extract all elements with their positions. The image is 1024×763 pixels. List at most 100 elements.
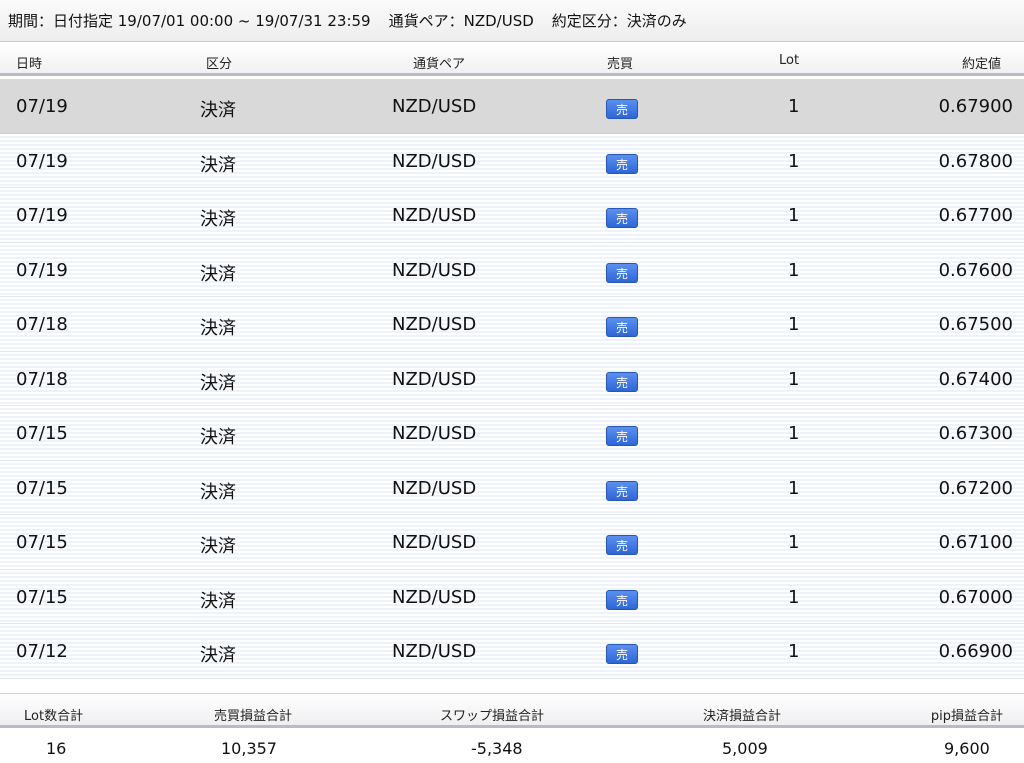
- row-pair: NZD/USD: [392, 368, 477, 390]
- row-kubun: 決済: [200, 318, 236, 339]
- table-row[interactable]: 07/12 決済 NZD/USD 売 1 0.66900: [0, 624, 1024, 679]
- filter-type: 約定区分：決済のみ: [551, 12, 687, 30]
- row-pair: NZD/USD: [392, 532, 477, 553]
- row-pair: NZD/USD: [392, 96, 477, 117]
- row-kubun: 決済: [200, 154, 236, 176]
- summary-header: Lot数合計 売買損益合計 スワップ損益合計 決済損益合計 pip損益合計: [0, 693, 1024, 728]
- row-price: 0.67500: [938, 314, 1013, 335]
- row-lot: 1: [788, 259, 800, 281]
- column-header-kubun[interactable]: 区分: [206, 53, 232, 72]
- row-date: 07/15: [16, 423, 68, 444]
- summary-values: 16 10,357 -5,348 5,009 9,600: [0, 731, 1024, 763]
- row-price: 0.66900: [938, 641, 1013, 662]
- table-row[interactable]: 07/18 決済 NZD/USD 売 1 0.67400: [0, 351, 1024, 406]
- execution-list: 07/19 決済 NZD/USD 売 1 0.67900 07/19 決済 NZ…: [0, 79, 1024, 679]
- row-lot: 1: [788, 205, 800, 226]
- row-date: 07/15: [16, 477, 68, 499]
- row-price: 0.67100: [938, 532, 1013, 553]
- summary-label-pip-pl: pip損益合計: [930, 709, 1003, 724]
- row-kubun: 決済: [200, 536, 236, 557]
- summary-value-trade-pl: 10,357: [221, 739, 277, 758]
- summary-value-pip-pl: 9,600: [944, 739, 990, 758]
- filter-period: 期間：日付指定 19/07/01 00:00 ~ 19/07/31 23:59: [8, 12, 371, 30]
- sell-badge: 売: [606, 99, 638, 119]
- table-row[interactable]: 07/15 決済 NZD/USD 売 1 0.67200: [0, 460, 1024, 515]
- row-kubun: 決済: [200, 590, 236, 612]
- table-row[interactable]: 07/19 決済 NZD/USD 売 1 0.67900: [0, 79, 1024, 134]
- filter-bar: 期間：日付指定 19/07/01 00:00 ~ 19/07/31 23:59 …: [0, 0, 1024, 42]
- row-lot: 1: [788, 423, 800, 444]
- table-row[interactable]: 07/19 決済 NZD/USD 売 1 0.67700: [0, 188, 1024, 243]
- summary-label-trade-pl: 売買損益合計: [214, 709, 293, 724]
- row-price: 0.67600: [938, 259, 1013, 281]
- row-lot: 1: [788, 150, 800, 172]
- row-kubun: 決済: [200, 645, 236, 666]
- row-date: 07/15: [16, 586, 68, 608]
- column-header-lot[interactable]: Lot: [779, 53, 799, 68]
- row-price: 0.67900: [938, 96, 1013, 117]
- sell-badge: 売: [606, 426, 638, 446]
- row-pair: NZD/USD: [392, 150, 477, 172]
- table-row[interactable]: 07/19 決済 NZD/USD 売 1 0.67600: [0, 242, 1024, 297]
- table-row[interactable]: 07/15 決済 NZD/USD 売 1 0.67300: [0, 406, 1024, 461]
- row-price: 0.67800: [938, 150, 1013, 172]
- table-row[interactable]: 07/19 決済 NZD/USD 売 1 0.67800: [0, 133, 1024, 188]
- summary-label-swap-pl: スワップ損益合計: [440, 709, 545, 724]
- row-lot: 1: [788, 314, 800, 335]
- row-lot: 1: [788, 368, 800, 390]
- row-kubun: 決済: [200, 427, 236, 448]
- sell-badge: 売: [606, 371, 638, 392]
- row-price: 0.67200: [938, 477, 1013, 499]
- sell-badge: 売: [606, 480, 638, 501]
- column-header-date[interactable]: 日時: [16, 53, 42, 72]
- row-kubun: 決済: [200, 263, 236, 285]
- row-date: 07/19: [16, 150, 68, 172]
- row-price: 0.67000: [938, 586, 1013, 608]
- summary-value-settle-pl: 5,009: [722, 739, 768, 758]
- summary-value-swap-pl: -5,348: [471, 739, 523, 758]
- sell-badge: 売: [606, 535, 638, 555]
- row-date: 07/19: [16, 259, 68, 281]
- row-price: 0.67400: [938, 368, 1013, 390]
- row-lot: 1: [788, 532, 800, 553]
- row-kubun: 決済: [200, 481, 236, 503]
- row-pair: NZD/USD: [392, 314, 477, 335]
- sell-badge: 売: [606, 644, 638, 664]
- row-lot: 1: [788, 641, 800, 662]
- row-date: 07/19: [16, 96, 68, 117]
- row-date: 07/18: [16, 314, 68, 335]
- row-pair: NZD/USD: [392, 205, 477, 226]
- row-lot: 1: [788, 96, 800, 117]
- summary-value-lot-total: 16: [46, 739, 67, 758]
- row-price: 0.67300: [938, 423, 1013, 444]
- row-pair: NZD/USD: [392, 586, 477, 608]
- summary-label-lot-total: Lot数合計: [24, 709, 84, 724]
- table-row[interactable]: 07/15 決済 NZD/USD 売 1 0.67100: [0, 515, 1024, 570]
- sell-badge: 売: [606, 589, 638, 610]
- row-kubun: 決済: [200, 100, 236, 121]
- row-lot: 1: [788, 477, 800, 499]
- row-pair: NZD/USD: [392, 259, 477, 281]
- row-date: 07/12: [16, 641, 68, 662]
- row-date: 07/19: [16, 205, 68, 226]
- row-lot: 1: [788, 586, 800, 608]
- table-row[interactable]: 07/15 決済 NZD/USD 売 1 0.67000: [0, 569, 1024, 624]
- row-pair: NZD/USD: [392, 477, 477, 499]
- column-header-price[interactable]: 約定値: [962, 53, 1001, 72]
- table-row[interactable]: 07/18 決済 NZD/USD 売 1 0.67500: [0, 297, 1024, 352]
- summary-label-settle-pl: 決済損益合計: [703, 709, 782, 724]
- sell-badge: 売: [606, 153, 638, 174]
- row-kubun: 決済: [200, 372, 236, 394]
- sell-badge: 売: [606, 317, 638, 337]
- filter-pair: 通貨ペア：NZD/USD: [388, 12, 534, 30]
- sell-badge: 売: [606, 262, 638, 283]
- row-kubun: 決済: [200, 209, 236, 230]
- row-pair: NZD/USD: [392, 641, 477, 662]
- column-header-pair[interactable]: 通貨ペア: [413, 53, 465, 72]
- row-price: 0.67700: [938, 205, 1013, 226]
- column-header-side[interactable]: 売買: [607, 53, 633, 72]
- table-header: 日時 区分 通貨ペア 売買 Lot 約定値: [0, 43, 1024, 76]
- sell-badge: 売: [606, 208, 638, 228]
- row-date: 07/18: [16, 368, 68, 390]
- row-date: 07/15: [16, 532, 68, 553]
